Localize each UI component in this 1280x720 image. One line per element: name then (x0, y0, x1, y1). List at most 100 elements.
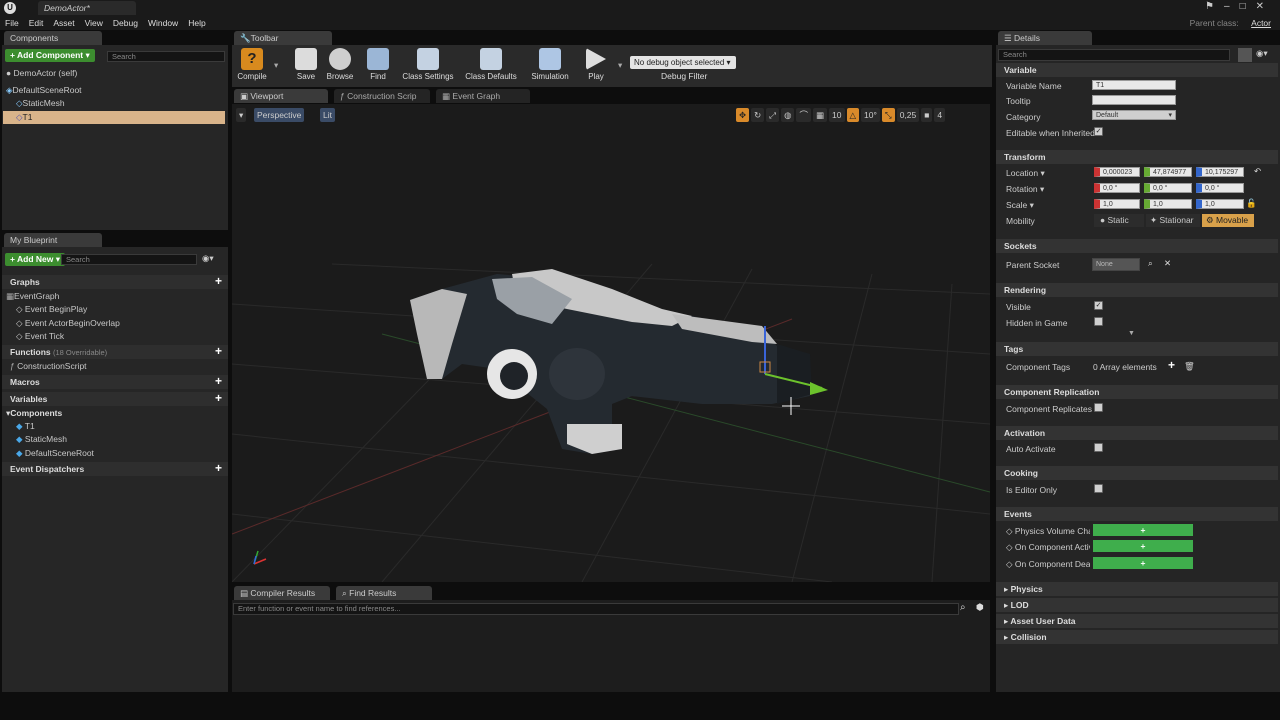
section-transform[interactable]: Transform (996, 150, 1278, 164)
variable-item-defaultsceneroot[interactable]: ◆ DefaultSceneRoot (16, 447, 94, 460)
grid-snap-value[interactable]: 10 (829, 108, 845, 122)
compile-options-chevron-icon[interactable]: ▾ (274, 60, 278, 71)
tab-find-results[interactable]: ⌕ Find Results (336, 586, 432, 600)
minimize-icon[interactable]: – (1224, 1, 1240, 12)
hidden-in-game-checkbox[interactable] (1094, 317, 1103, 326)
rotation-z-field[interactable]: 0,0 ° (1196, 183, 1244, 193)
perspective-button[interactable]: Perspective (254, 108, 305, 122)
component-replicates-checkbox[interactable] (1094, 403, 1103, 412)
add-component-deactivated-event-button[interactable]: + (1093, 557, 1193, 569)
mobility-stationary-button[interactable]: ✦ Stationar (1146, 214, 1200, 227)
add-component-activated-event-button[interactable]: + (1093, 540, 1193, 552)
parent-socket-field[interactable]: None (1092, 258, 1140, 271)
section-physics[interactable]: ▸ Physics (996, 582, 1278, 596)
section-macros[interactable]: Macros + (2, 374, 228, 389)
tab-my-blueprint[interactable]: My Blueprint (4, 233, 102, 247)
reset-location-icon[interactable]: ↶ (1254, 166, 1261, 177)
tab-compiler-results[interactable]: ▤ Compiler Results (234, 586, 330, 600)
socket-search-icon[interactable]: ⌕ (1148, 258, 1153, 269)
rotate-mode-icon[interactable]: ↻ (751, 108, 765, 122)
section-sockets[interactable]: Sockets (996, 239, 1278, 253)
section-lod[interactable]: ▸ LOD (996, 598, 1278, 612)
tab-components[interactable]: Components (4, 31, 102, 45)
tooltip-field[interactable] (1092, 95, 1176, 105)
mobility-static-button[interactable]: ● Static (1094, 214, 1144, 227)
section-activation[interactable]: Activation (996, 426, 1278, 440)
socket-clear-icon[interactable]: ✕ (1164, 258, 1171, 269)
lit-button[interactable]: Lit (320, 108, 335, 122)
tree-item-defaultsceneroot[interactable]: ◈DefaultSceneRoot (6, 84, 82, 97)
close-icon[interactable]: ✕ (1256, 1, 1274, 12)
location-label[interactable]: Location ▾ (1006, 168, 1045, 179)
viewport-options-button[interactable]: ▾ (236, 108, 247, 122)
components-search-input[interactable]: Search (107, 51, 225, 62)
section-events[interactable]: Events (996, 507, 1278, 521)
camera-speed-value[interactable]: 4 (934, 108, 946, 122)
add-dispatcher-icon[interactable]: + (215, 461, 222, 475)
scale-x-field[interactable]: 1,0 (1094, 199, 1140, 209)
self-item[interactable]: ● DemoActor (self) (6, 67, 77, 80)
play-options-chevron-icon[interactable]: ▾ (618, 60, 622, 71)
section-tags[interactable]: Tags (996, 342, 1278, 356)
location-y-field[interactable]: 47,874977 (1144, 167, 1192, 177)
debug-object-select[interactable]: No debug object selected ▾ (630, 56, 736, 69)
blueprint-search-input[interactable]: Search (61, 254, 197, 265)
find-global-icon[interactable]: ⬢ (976, 602, 984, 613)
rotation-x-field[interactable]: 0,0 ° (1094, 183, 1140, 193)
menu-window[interactable]: Window (143, 16, 183, 30)
simulation-button[interactable]: Simulation (528, 48, 572, 81)
section-variable[interactable]: Variable (996, 63, 1278, 77)
auto-activate-checkbox[interactable] (1094, 443, 1103, 452)
class-settings-button[interactable]: Class Settings (398, 48, 458, 81)
section-component-replication[interactable]: Component Replication (996, 385, 1278, 399)
scale-snap-icon[interactable]: ⤡ (881, 108, 895, 122)
surface-snap-icon[interactable]: ⌒ (796, 108, 811, 122)
find-button[interactable]: Find (358, 48, 398, 81)
location-z-field[interactable]: 10,175297 (1196, 167, 1244, 177)
camera-speed-icon[interactable]: ■ (921, 108, 933, 122)
section-collision[interactable]: ▸ Collision (996, 630, 1278, 644)
scale-label[interactable]: Scale ▾ (1006, 200, 1034, 211)
menu-debug[interactable]: Debug (108, 16, 143, 30)
mobility-movable-button[interactable]: ⚙ Movable (1202, 214, 1254, 227)
add-variable-icon[interactable]: + (215, 391, 222, 405)
menu-edit[interactable]: Edit (24, 16, 49, 30)
section-rendering[interactable]: Rendering (996, 283, 1278, 297)
add-macro-icon[interactable]: + (215, 374, 222, 388)
graph-item-beginplay[interactable]: ◇ Event BeginPlay (16, 303, 87, 316)
rotation-y-field[interactable]: 0,0 ° (1144, 183, 1192, 193)
add-tag-icon[interactable]: + (1168, 358, 1175, 372)
graph-item-beginoverlap[interactable]: ◇ Event ActorBeginOverlap (16, 317, 120, 330)
asset-tab[interactable]: DemoActor* (38, 1, 136, 15)
is-editor-only-checkbox[interactable] (1094, 484, 1103, 493)
notification-icon[interactable]: ⚑ (1205, 1, 1224, 12)
details-eye-icon[interactable]: ◉▾ (1256, 48, 1268, 59)
parent-class-link[interactable]: Actor (1246, 16, 1276, 30)
menu-view[interactable]: View (80, 16, 108, 30)
add-physics-volume-event-button[interactable]: + (1093, 524, 1193, 536)
variable-item-t1[interactable]: ◆ T1 (16, 420, 35, 433)
editable-inherited-checkbox[interactable]: ✓ (1094, 127, 1103, 136)
translate-mode-icon[interactable]: ✥ (736, 108, 750, 122)
rotation-snap-icon[interactable]: △ (846, 108, 860, 122)
variable-item-staticmesh[interactable]: ◆ StaticMesh (16, 433, 67, 446)
rotation-snap-value[interactable]: 10° (861, 108, 880, 122)
browse-button[interactable]: Browse (320, 48, 360, 81)
graph-item-eventgraph[interactable]: ▦EventGraph (6, 290, 59, 303)
tab-construction-script[interactable]: ƒ Construction Scrip (334, 89, 430, 103)
play-button[interactable]: Play (576, 48, 616, 81)
tab-toolbar[interactable]: 🔧Toolbar (234, 31, 332, 45)
tree-item-t1[interactable]: ◇T1 (3, 111, 225, 124)
tree-item-staticmesh[interactable]: ◇StaticMesh (16, 97, 65, 110)
function-item-constructionscript[interactable]: ƒ ConstructionScript (10, 360, 87, 373)
add-new-button[interactable]: + Add New ▾ (5, 253, 65, 266)
section-event-dispatchers[interactable]: Event Dispatchers + (2, 461, 228, 476)
tab-details[interactable]: ☰ Details (998, 31, 1092, 45)
maximize-icon[interactable]: □ (1240, 1, 1256, 12)
visible-checkbox[interactable]: ✓ (1094, 301, 1103, 310)
lock-scale-icon[interactable]: 🔓 (1246, 198, 1257, 209)
category-select[interactable]: Default ▾ (1092, 110, 1176, 120)
viewport[interactable]: ▾ Perspective Lit ✥ ↻ ⤢ ◍ ⌒ ▦ 10 △ 10° ⤡… (232, 104, 990, 582)
scale-snap-value[interactable]: 0,25 (896, 108, 920, 122)
scale-y-field[interactable]: 1,0 (1144, 199, 1192, 209)
